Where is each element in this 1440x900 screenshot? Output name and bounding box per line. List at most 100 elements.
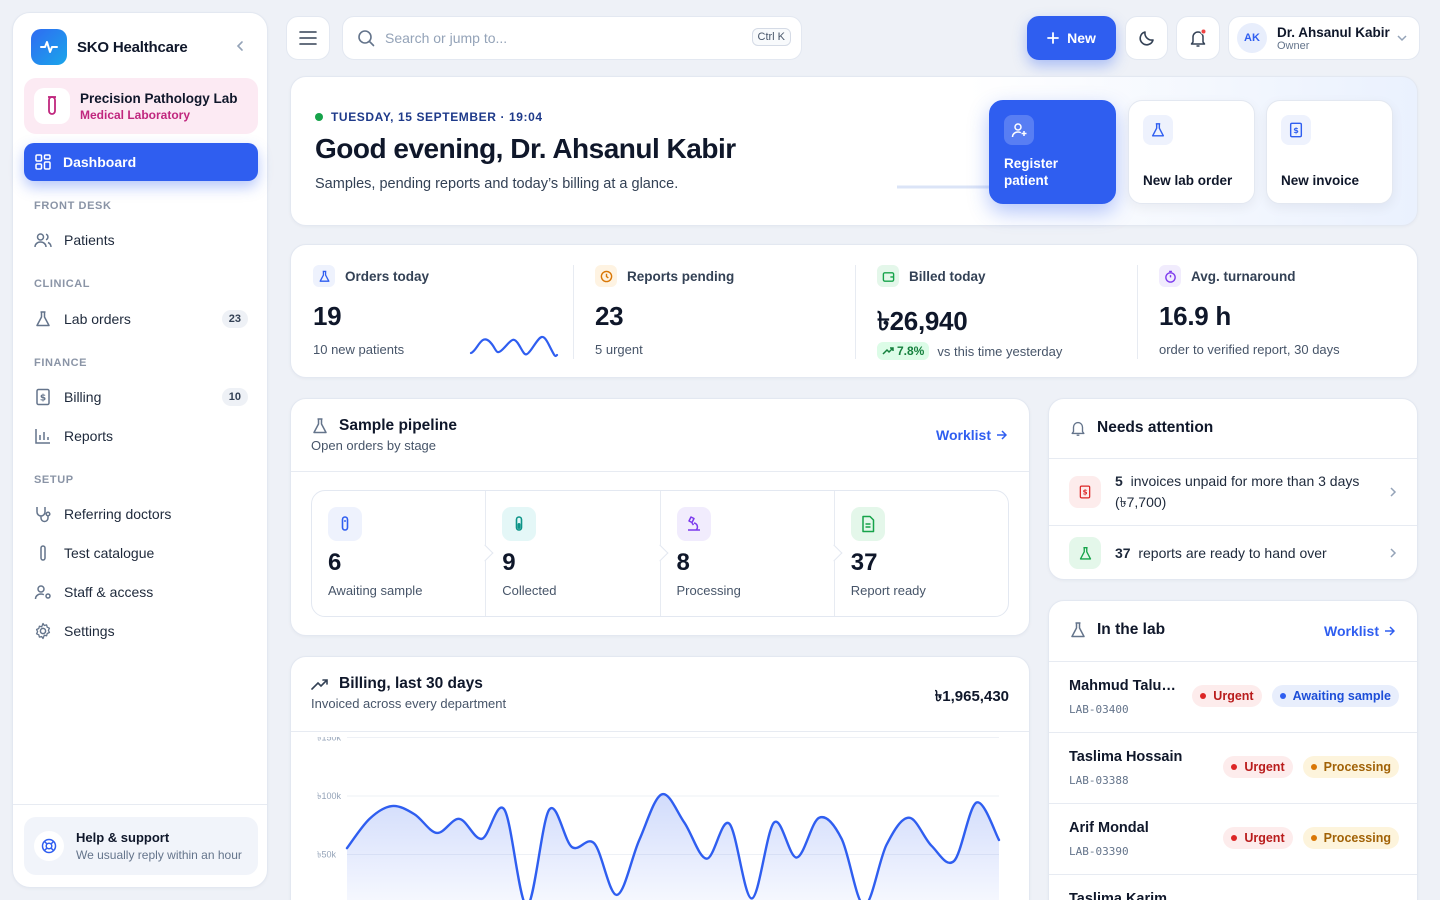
stat-label: Orders today [345,268,430,284]
sidebar-item-staff-access[interactable]: Staff & access [24,574,258,610]
y-tick-label: ৳50k [317,850,336,860]
patient-name: Taslima Hossain [1069,749,1183,765]
worklist-link[interactable]: Worklist [1324,623,1395,639]
brand[interactable]: SKO Healthcare [31,29,188,65]
flask-icon [313,418,327,434]
table-row[interactable]: Arif Mondal LAB-03390 Urgent Processing [1049,803,1417,873]
stage-report-ready[interactable]: 37 Report ready [835,491,1008,616]
svg-text:$: $ [1293,126,1299,135]
sidebar-item-label: Patients [64,232,115,248]
sidebar-item-reports[interactable]: Reports [24,418,258,454]
stat-reports-pending[interactable]: Reports pending 23 5 urgent [573,245,855,379]
billing-total: ৳1,965,430 [934,688,1009,705]
clock-icon [595,265,617,287]
stage-processing[interactable]: 8 Processing [661,491,843,616]
stats-strip: Orders today 19 10 new patients Reports … [290,244,1418,378]
priority-badge: Urgent [1223,756,1293,778]
document-icon [850,507,885,541]
welcome-banner: TUESDAY, 15 SEPTEMBER · 19:04 Good eveni… [290,76,1418,226]
new-lab-order-button[interactable]: New lab order [1128,100,1255,204]
pulse-icon [31,29,67,65]
y-tick-label: ৳100k [317,791,341,801]
gear-icon [35,622,51,640]
chevron-right-icon [1390,487,1397,497]
lab-name: Precision Pathology Lab [80,90,238,106]
attention-item-ready-reports[interactable]: 37 reports are ready to hand over [1049,526,1419,580]
lab-type: Medical Laboratory [80,107,191,122]
notifications-button[interactable] [1176,16,1220,60]
sidebar-item-label: Dashboard [63,154,137,170]
table-row[interactable]: Taslima Hossain LAB-03388 Urgent Process… [1049,732,1417,802]
table-row[interactable]: Taslima Karim [1049,874,1417,900]
svg-text:$: $ [40,394,46,404]
flask-icon [36,311,50,327]
sidebar-item-label: Staff & access [64,584,154,600]
stage-label: Awaiting sample [328,583,423,598]
sidebar-item-label: Reports [64,428,114,444]
worklist-link[interactable]: Worklist [936,427,1007,443]
dashboard-icon [35,154,51,170]
sidebar-item-label: Settings [64,623,115,639]
sidebar-item-test-catalogue[interactable]: Test catalogue [24,535,258,571]
badge-label: Awaiting sample [1292,689,1391,703]
stat-label: Avg. turnaround [1191,268,1296,284]
sidebar-item-referring-doctors[interactable]: Referring doctors [24,496,258,532]
moon-icon [1138,31,1154,46]
user-plus-icon [1004,115,1034,145]
stat-label: Reports pending [627,268,735,284]
sidebar-item-billing[interactable]: $ Billing 10 [24,379,258,415]
order-id: LAB-03388 [1069,774,1129,787]
sidebar-item-lab-orders[interactable]: Lab orders 23 [24,301,258,337]
new-button[interactable]: New [1027,16,1116,60]
stage-awaiting-sample[interactable]: 6 Awaiting sample [312,491,494,616]
stat-billed-today[interactable]: Billed today ৳26,940 7.8% vs this time y… [855,245,1137,379]
sidebar-item-dashboard[interactable]: Dashboard [24,143,258,181]
nav-section-clinical: CLINICAL [34,278,91,290]
search-input[interactable]: Search or jump to... Ctrl K [342,16,802,60]
theme-toggle-button[interactable] [1125,16,1168,60]
trend-up-icon [882,347,894,355]
divider [13,804,267,805]
stat-orders-today[interactable]: Orders today 19 10 new patients [291,245,573,379]
flask-icon [1143,115,1173,145]
menu-button[interactable] [286,16,330,60]
shortcut-hint: Ctrl K [751,28,791,46]
search-placeholder: Search or jump to... [385,30,508,46]
stage-collected[interactable]: 9 Collected [486,491,668,616]
priority-badge: Urgent [1192,685,1262,707]
order-id: LAB-03390 [1069,845,1129,858]
attention-count: 37 [1115,545,1131,561]
user-menu[interactable]: AK Dr. Ahsanul Kabir Owner [1228,16,1420,60]
stat-sub: 5 urgent [595,342,643,357]
register-patient-button[interactable]: Register patient [989,100,1116,204]
nav-section-front-desk: FRONT DESK [34,200,112,212]
collapse-sidebar-icon[interactable] [235,40,245,52]
stage-value: 6 [328,549,342,576]
sidebar-item-settings[interactable]: Settings [24,613,258,649]
test-tube-icon [328,507,362,541]
new-invoice-label: New invoice [1281,173,1360,188]
card-subtitle: Open orders by stage [311,438,437,453]
card-title: Needs attention [1097,419,1214,436]
y-tick-label: ৳150k [317,737,341,743]
help-support-card[interactable]: Help & support We usually reply within a… [24,817,258,875]
new-invoice-button[interactable]: $ New invoice [1266,100,1393,204]
table-row[interactable]: Mahmud Talukdar LAB-03400 Urgent Awaitin… [1049,661,1417,731]
sidebar-item-label: Lab orders [64,311,131,327]
new-lab-order-label: New lab order [1143,173,1233,188]
stat-avg-turnaround[interactable]: Avg. turnaround 16.9 h order to verified… [1137,245,1419,379]
patient-name: Taslima Karim [1069,891,1168,900]
invoice-icon: $ [36,388,50,406]
badge-label: Urgent [1244,760,1285,774]
link-label: Worklist [1324,623,1379,639]
search-icon [358,30,375,47]
stat-label: Billed today [909,268,986,284]
lab-switcher[interactable]: Precision Pathology Lab Medical Laborato… [24,78,258,134]
billing-card: Billing, last 30 days Invoiced across ev… [290,656,1030,900]
wallet-icon [877,265,899,287]
attention-item-unpaid-invoices[interactable]: $ 5 invoices unpaid for more than 3 days… [1049,459,1419,525]
avatar: AK [1237,23,1267,53]
sidebar-item-patients[interactable]: Patients [24,222,258,258]
sidebar-item-label: Billing [64,389,102,405]
register-patient-label: Register patient [1004,156,1059,188]
